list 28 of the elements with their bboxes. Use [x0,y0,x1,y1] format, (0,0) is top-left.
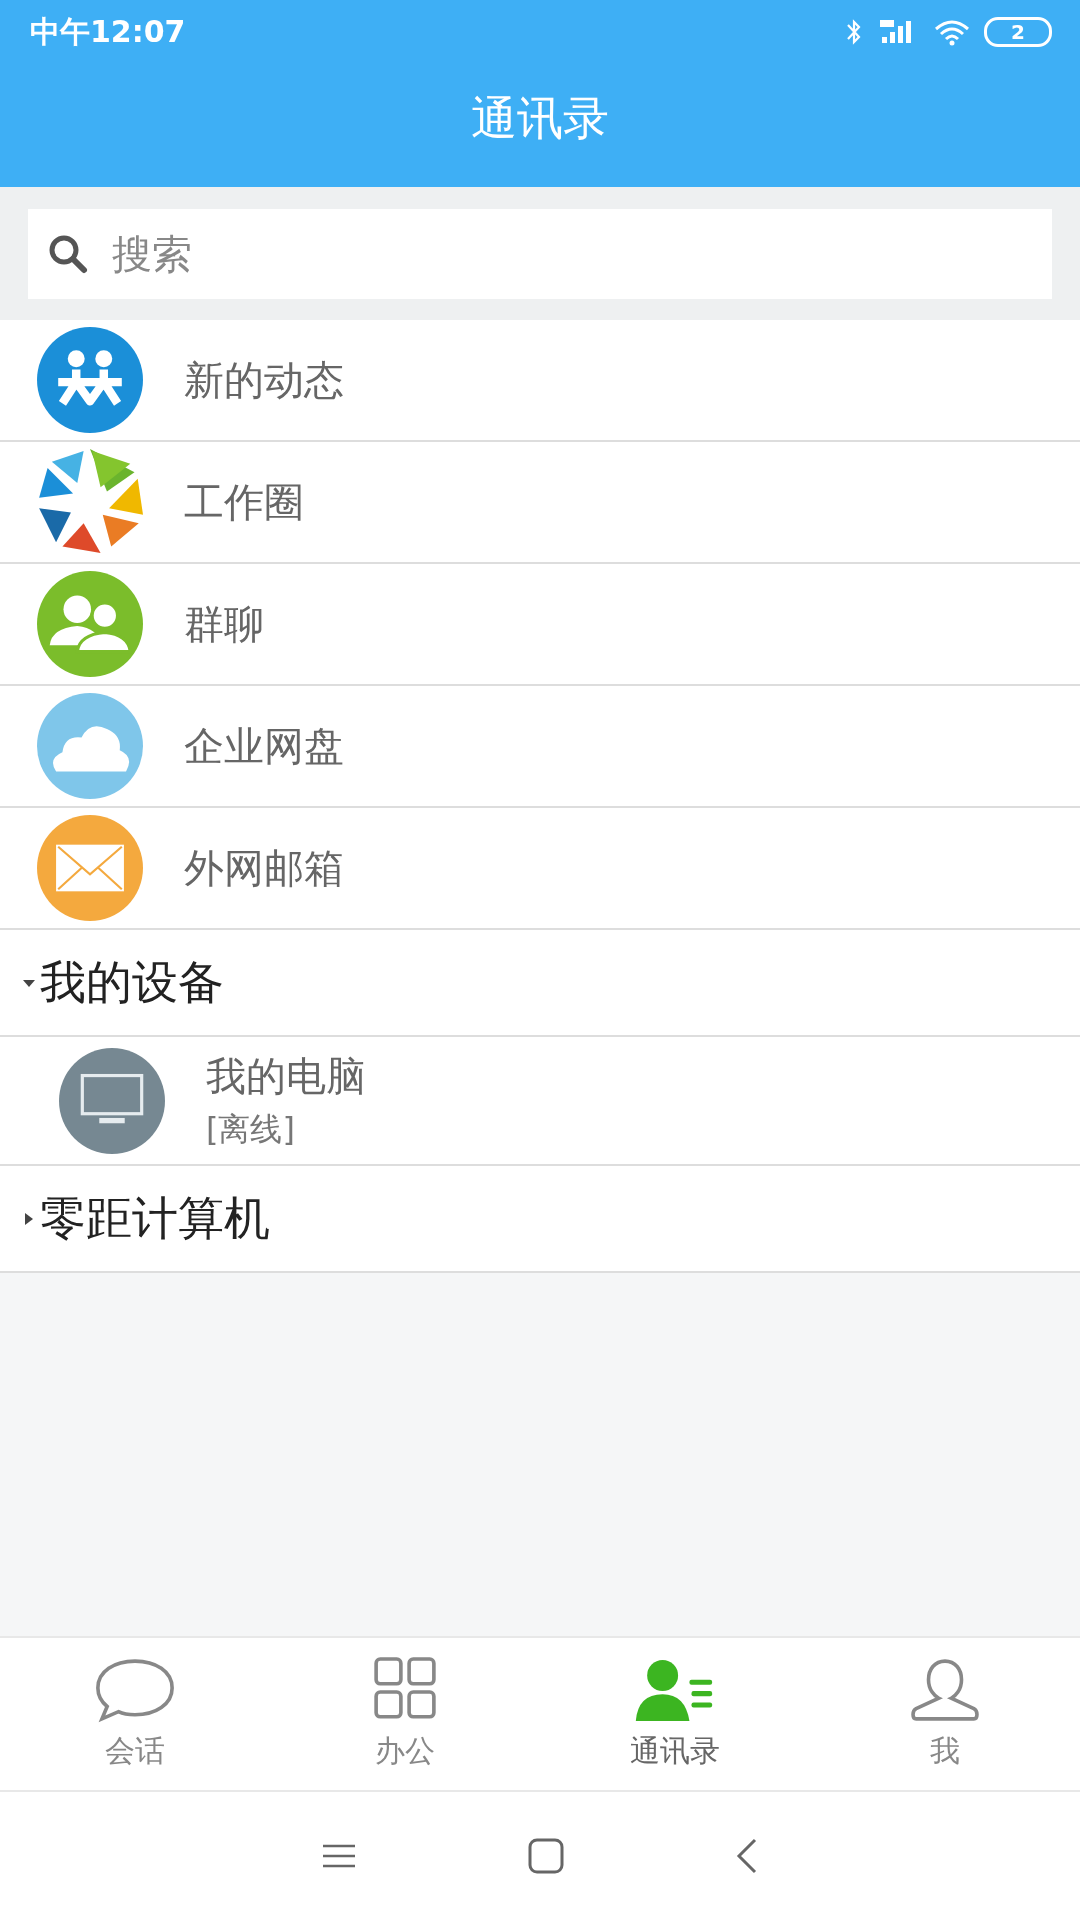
menu-icon[interactable] [321,1842,357,1870]
device-status: [离线] [206,1109,296,1150]
list-item[interactable]: 工作圈 [0,442,1080,564]
device-item[interactable]: 我的电脑 [离线] [0,1037,1080,1166]
back-icon[interactable] [735,1837,759,1875]
item-label: 新的动态 [184,355,344,405]
battery-indicator: 2 [984,17,1052,47]
list-item[interactable]: 新的动态 [0,320,1080,442]
list-item[interactable]: 外网邮箱 [0,808,1080,930]
item-label: 群聊 [184,599,264,649]
list-item[interactable]: 企业网盘 [0,686,1080,808]
chat-bubble-icon [93,1656,177,1723]
page-title: 通讯录 [470,89,610,147]
wifi-icon [932,17,972,47]
home-icon[interactable] [527,1837,565,1875]
item-label: 企业网盘 [184,721,344,771]
nav-tab[interactable]: 通讯录 [540,1638,810,1790]
item-label: 工作圈 [184,477,304,527]
nav-tab[interactable]: 我 [810,1638,1080,1790]
status-time: 中午12:07 [30,12,186,51]
item-label: 外网邮箱 [184,843,344,893]
group-header[interactable]: 零距计算机 [0,1166,1080,1273]
nav-tab[interactable]: 会话 [0,1638,270,1790]
nav-tab[interactable]: 办公 [270,1638,540,1790]
list-item[interactable]: 群聊 [0,564,1080,686]
search-field[interactable]: 搜索 [28,208,1052,299]
group-header[interactable]: 我的设备 [0,930,1080,1037]
device-name: 我的电脑 [206,1052,366,1101]
